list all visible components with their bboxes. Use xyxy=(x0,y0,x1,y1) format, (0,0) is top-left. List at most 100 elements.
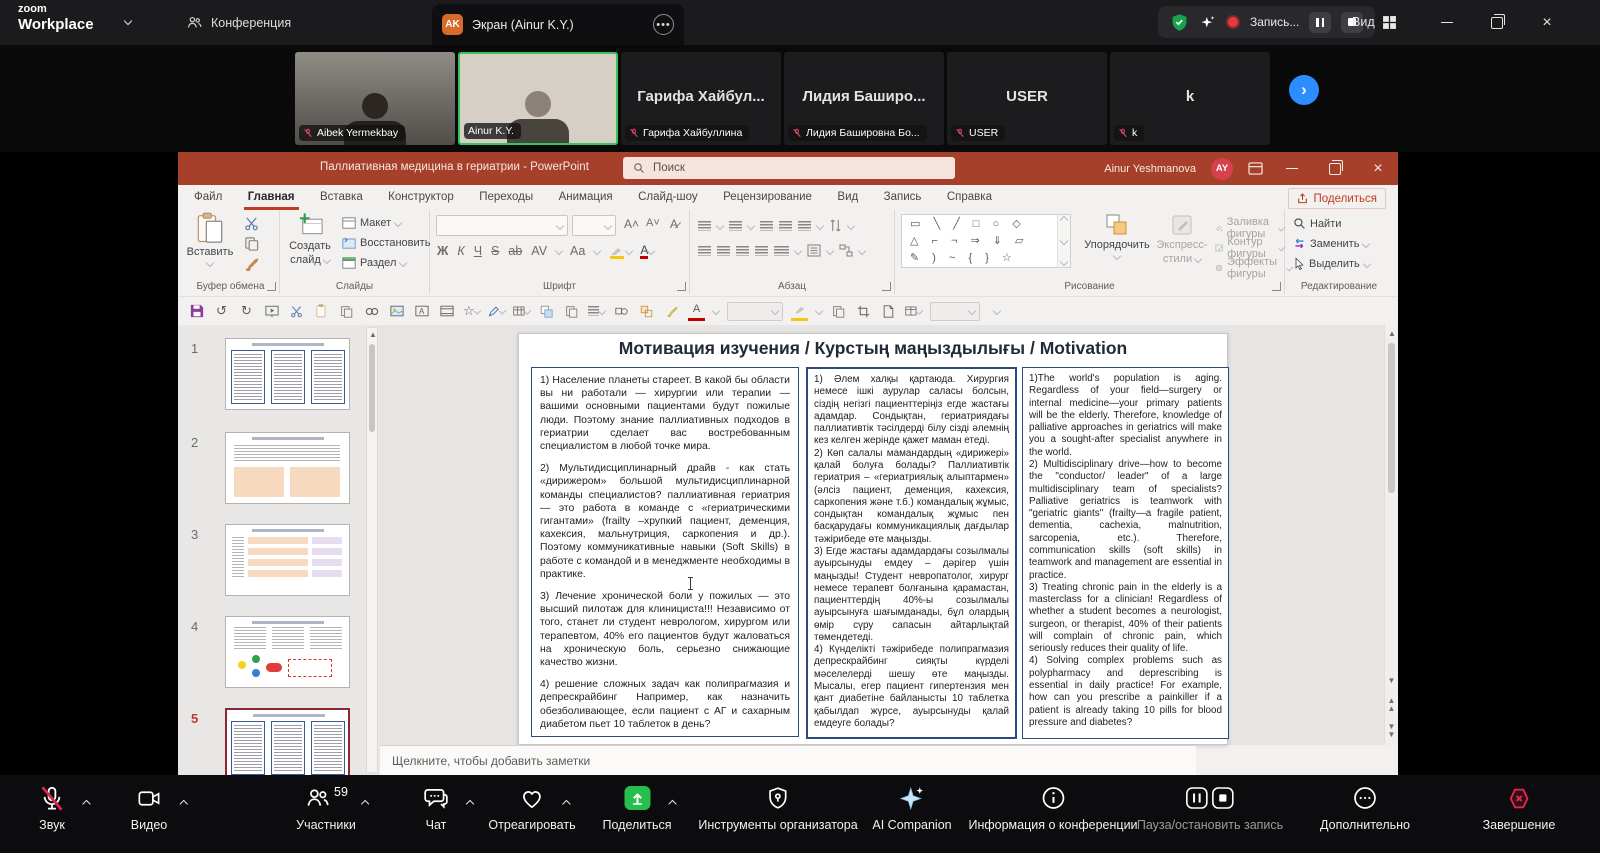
qat-save-icon[interactable] xyxy=(188,303,205,320)
share-screen-button[interactable]: Поделиться xyxy=(602,784,671,832)
thumbnail-scrollbar[interactable]: ▲ xyxy=(366,327,378,773)
slide-thumbnail-5-selected[interactable] xyxy=(225,708,350,775)
tab-file[interactable]: Файл xyxy=(194,185,222,210)
drawing-dialog-launcher-icon[interactable] xyxy=(1272,282,1281,291)
bullets-button[interactable] xyxy=(698,221,711,231)
video-tile-ainur-active-speaker[interactable]: Ainur K.Y. xyxy=(458,52,618,145)
slide-area-scrollbar[interactable]: ▲ ▼ ▲▲ ▼▼ xyxy=(1384,325,1398,745)
qat-highlighter-icon[interactable] xyxy=(791,301,808,321)
tab-help[interactable]: Справка xyxy=(947,185,992,210)
ppt-minimize-button[interactable] xyxy=(1278,152,1306,185)
tab-record[interactable]: Запись xyxy=(884,185,922,210)
qat-header-footer-icon[interactable] xyxy=(438,303,455,320)
reactions-button[interactable]: Отреагировать xyxy=(488,784,575,832)
increase-font-size-button[interactable]: A˄ xyxy=(624,217,639,231)
align-left-button[interactable] xyxy=(698,246,711,256)
tab-design[interactable]: Конструктор xyxy=(388,185,454,210)
qat-hyperlink-icon[interactable] xyxy=(363,303,380,320)
ai-companion-button[interactable]: AI Companion xyxy=(872,784,951,832)
bold-button[interactable]: Ж xyxy=(437,244,448,258)
audio-tile-lidiya[interactable]: Лидия Баширо... Лидия Башировна Бо... xyxy=(784,52,944,145)
copy-button[interactable] xyxy=(244,236,259,256)
line-spacing-button[interactable] xyxy=(798,221,811,231)
italic-button[interactable]: К xyxy=(457,244,464,258)
qat-paste-icon[interactable] xyxy=(313,303,330,320)
slide-textbox-kazakh[interactable]: 1) Әлем халқы қартаюда. Хирургия немесе … xyxy=(806,367,1017,739)
shapes-gallery[interactable]: ▭ ╲ ╱ □ ○ ◇ △ ⌐ ¬ ⇒ ⇓ ▱ ✎ ) ~ { } ☆ xyxy=(901,214,1071,268)
find-button[interactable]: Найти xyxy=(1293,217,1341,230)
end-meeting-button[interactable]: Завершение xyxy=(1483,784,1556,832)
meeting-info-button[interactable]: Информация о конференции xyxy=(968,784,1137,832)
video-button[interactable]: Видео xyxy=(131,784,168,832)
quick-styles-button[interactable]: Экспресс- стили xyxy=(1153,213,1211,265)
tab-transitions[interactable]: Переходы xyxy=(479,185,533,210)
qat-zoom-select[interactable] xyxy=(930,302,980,321)
audio-tile-k[interactable]: k k xyxy=(1110,52,1270,145)
qat-font-select[interactable] xyxy=(727,302,783,321)
video-tile-aibek[interactable]: Aibek Yermekbay xyxy=(295,52,455,145)
ppt-close-button[interactable]: × xyxy=(1364,152,1392,185)
font-dialog-launcher-icon[interactable] xyxy=(677,282,686,291)
qat-shapes-icon[interactable] xyxy=(613,303,630,320)
tab-screen-share[interactable]: AK Экран (Ainur K.Y.) ••• xyxy=(432,4,684,45)
columns-button[interactable] xyxy=(774,246,789,256)
audio-tile-garifa[interactable]: Гарифа Хайбул... Гарифа Хайбуллина xyxy=(621,52,781,145)
qat-table-icon[interactable] xyxy=(513,303,530,320)
ai-sparkle-icon[interactable] xyxy=(1199,14,1216,31)
qat-star-icon[interactable]: ☆ xyxy=(463,303,480,320)
audio-button[interactable]: Звук xyxy=(39,784,66,832)
tab-conference[interactable]: Конференция xyxy=(172,0,305,45)
slide-thumbnail-1[interactable] xyxy=(225,338,350,410)
slide-thumbnail-3[interactable] xyxy=(225,524,350,596)
font-size-select[interactable] xyxy=(572,215,616,236)
align-text-icon[interactable] xyxy=(807,244,821,257)
qat-merge-shapes-icon[interactable] xyxy=(638,303,655,320)
qat-duplicate-icon[interactable] xyxy=(563,303,580,320)
tab-insert[interactable]: Вставка xyxy=(320,185,363,210)
select-button[interactable]: Выделить xyxy=(1293,257,1370,270)
arrange-button[interactable]: Упорядочить xyxy=(1081,213,1153,259)
qat-undo-icon[interactable]: ↺ xyxy=(213,303,230,320)
qat-format-painter-icon[interactable] xyxy=(663,303,680,320)
ppt-share-button[interactable]: Поделиться xyxy=(1288,188,1386,209)
notes-pane[interactable]: Щелкните, чтобы добавить заметки xyxy=(380,745,1196,775)
paragraph-dialog-launcher-icon[interactable] xyxy=(882,282,891,291)
tab-home[interactable]: Главная xyxy=(248,185,295,210)
shapes-gallery-scrollbar[interactable] xyxy=(1057,215,1070,267)
pause-stop-recording-button[interactable]: Пауза/остановить запись xyxy=(1137,784,1283,832)
font-name-select[interactable] xyxy=(436,215,568,236)
clear-formatting-button[interactable]: A̷ xyxy=(670,217,678,231)
qat-textbox-icon[interactable]: A xyxy=(413,303,430,320)
qat-screenshot-icon[interactable] xyxy=(388,303,405,320)
next-slide-button[interactable]: ▼▼ xyxy=(1386,723,1397,739)
qat-crop-icon[interactable] xyxy=(855,303,872,320)
shape-effects-button[interactable]: Эффекты фигуры xyxy=(1215,256,1292,280)
qat-copy-icon[interactable] xyxy=(338,303,355,320)
qat-start-slideshow-icon[interactable] xyxy=(263,303,280,320)
strikethrough-button[interactable]: ab xyxy=(508,244,522,258)
increase-indent-button[interactable] xyxy=(779,221,792,231)
slide-textbox-english[interactable]: 1)The world's population is aging. Regar… xyxy=(1022,367,1229,739)
tab-review[interactable]: Рецензирование xyxy=(723,185,812,210)
chat-button[interactable]: Чат xyxy=(423,784,449,832)
section-button[interactable]: Раздел xyxy=(342,257,406,269)
next-participants-page-button[interactable]: › xyxy=(1289,75,1319,105)
tab-animations[interactable]: Анимация xyxy=(559,185,613,210)
search-box[interactable]: Поиск xyxy=(623,157,955,179)
audio-tile-user[interactable]: USER USER xyxy=(947,52,1107,145)
qat-bring-forward-icon[interactable] xyxy=(538,303,555,320)
tab-view[interactable]: Вид xyxy=(837,185,858,210)
ppt-restore-button[interactable] xyxy=(1321,152,1349,185)
text-direction-icon[interactable] xyxy=(829,219,842,232)
brand-chevron-down-icon[interactable] xyxy=(124,17,132,25)
view-button[interactable]: Вид xyxy=(1352,6,1397,38)
participants-button[interactable]: 59 Участники xyxy=(296,784,356,832)
decrease-font-size-button[interactable]: A˅ xyxy=(646,217,660,229)
convert-to-smartart-icon[interactable] xyxy=(839,244,853,257)
align-center-button[interactable] xyxy=(717,246,730,256)
character-spacing-button[interactable]: AV xyxy=(531,244,547,258)
slide-textbox-russian[interactable]: 1) Население планеты стареет. В какой бы… xyxy=(531,367,799,737)
new-slide-button[interactable]: Создать слайд xyxy=(282,212,338,266)
layout-button[interactable]: Макет xyxy=(342,217,401,229)
pause-recording-button[interactable] xyxy=(1309,12,1331,33)
